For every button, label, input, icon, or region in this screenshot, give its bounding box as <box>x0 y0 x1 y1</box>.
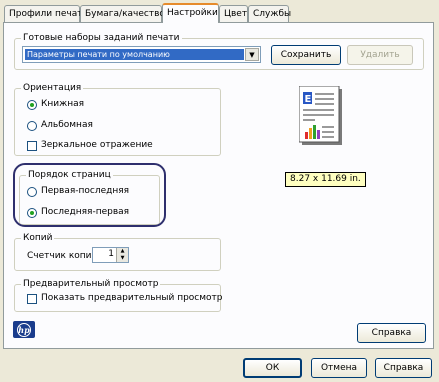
tab-paper-quality[interactable]: Бумага/качество <box>80 5 165 22</box>
portrait-radio[interactable] <box>27 100 37 110</box>
copies-counter-label: Счетчик копий <box>27 251 98 261</box>
cancel-button[interactable]: Отмена <box>311 358 367 378</box>
preset-selected-value: Параметры печати по умолчанию <box>25 49 244 60</box>
preview-title: Предварительный просмотр <box>21 279 161 290</box>
landscape-radio[interactable] <box>27 121 37 131</box>
show-preview-label: Показать предварительный просмотр <box>41 293 223 303</box>
copies-stepper[interactable]: 1 ▲ ▼ <box>92 247 129 263</box>
copies-value: 1 <box>108 249 114 259</box>
show-preview-checkbox[interactable] <box>27 294 37 304</box>
preset-select[interactable]: Параметры печати по умолчанию ▼ <box>22 46 261 63</box>
hp-logo-text: hp <box>17 322 31 337</box>
tab-services[interactable]: Службы <box>248 5 291 22</box>
paper-size-badge: 8.27 x 11.69 in. <box>285 172 366 187</box>
svg-text:E: E <box>305 94 312 105</box>
portrait-label: Книжная <box>41 99 85 109</box>
dialog-help-button[interactable]: Справка <box>375 358 432 378</box>
spin-up-icon[interactable]: ▲ <box>116 248 128 255</box>
tab-color[interactable]: Цвет <box>219 5 248 22</box>
copies-title: Копий <box>21 233 55 244</box>
presets-title: Готовые наборы заданий печати <box>21 33 182 44</box>
mirror-label: Зеркальное отражение <box>41 140 153 150</box>
mirror-checkbox[interactable] <box>27 141 37 151</box>
highlight-outline <box>13 163 166 227</box>
spin-down-icon[interactable]: ▼ <box>116 255 128 262</box>
orientation-title: Ориентация <box>21 83 84 94</box>
hp-logo: hp <box>13 321 35 338</box>
panel-help-button[interactable]: Справка <box>357 323 426 343</box>
chevron-down-icon[interactable]: ▼ <box>245 48 259 61</box>
landscape-label: Альбомная <box>41 120 93 130</box>
save-preset-button[interactable]: Сохранить <box>271 45 341 65</box>
page-preview-icon: E <box>299 86 342 145</box>
tab-print-profiles[interactable]: Профили печати <box>4 5 88 22</box>
tab-settings[interactable]: Настройки <box>162 3 219 23</box>
ok-button[interactable]: ОК <box>243 358 302 378</box>
delete-preset-button[interactable]: Удалить <box>347 45 413 65</box>
